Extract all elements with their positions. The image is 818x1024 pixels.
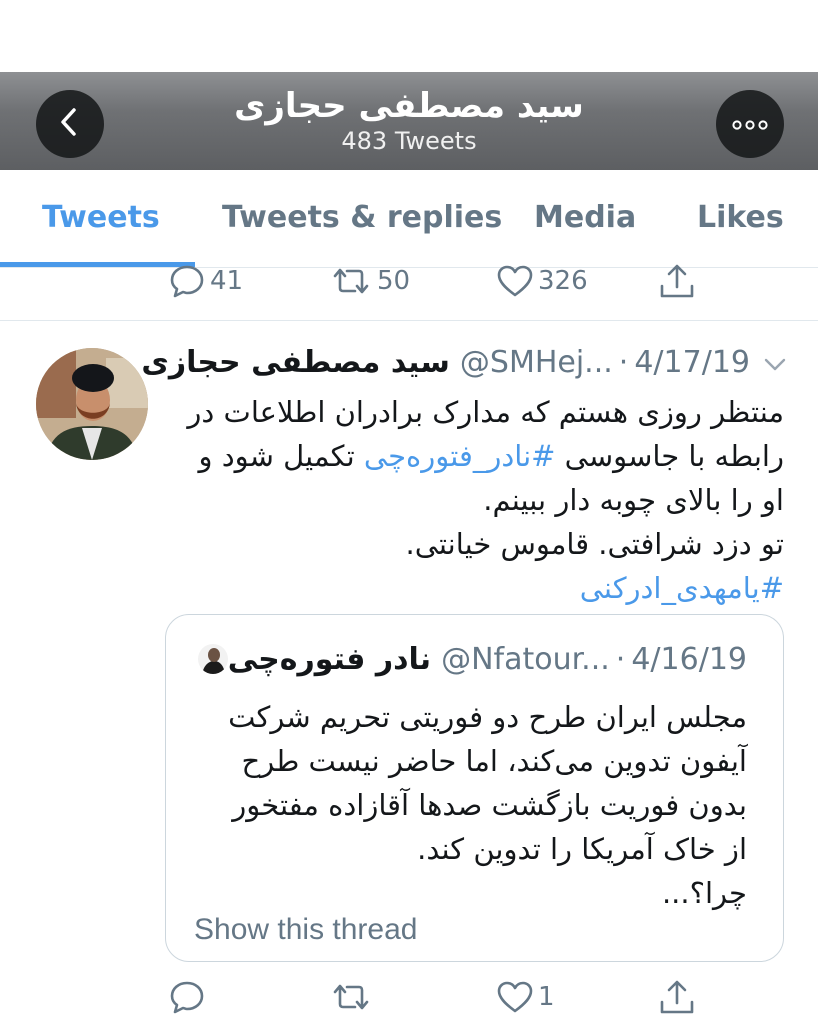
like-button[interactable]: 326	[492, 262, 588, 300]
tweet-author-handle[interactable]: @SMHej...	[460, 345, 613, 380]
share-icon	[658, 978, 696, 1016]
like-count: 1	[538, 982, 555, 1012]
reply-button[interactable]: 41	[164, 262, 243, 300]
quoted-author-handle: @Nfatour...	[441, 641, 610, 677]
quoted-author-name: نادر فتوره‌چی	[227, 641, 432, 677]
caret-down-icon[interactable]	[764, 345, 786, 380]
hashtag-link[interactable]: #یامهدی_ادرکنی	[580, 571, 784, 605]
header-profile-name: سید مصطفی حجازی	[234, 86, 584, 126]
retweet-button[interactable]	[325, 978, 377, 1016]
reply-button[interactable]	[164, 978, 210, 1016]
tab-tweets-and-replies[interactable]: Tweets & replies	[222, 200, 502, 235]
quoted-line: چرا؟...	[661, 876, 747, 910]
quoted-tweet-date: 4/16/19	[631, 641, 747, 677]
tweet-date[interactable]: 4/17/19	[634, 345, 750, 380]
quoted-line: بدون فوریت بازگشت صدها آقازاده مفتخور	[232, 788, 747, 822]
separator-dot: ·	[618, 344, 629, 380]
tab-likes[interactable]: Likes	[697, 200, 784, 235]
tweet-header: سید مصطفی حجازی @SMHej... · 4/17/19	[141, 340, 786, 384]
retweet-button[interactable]: 50	[325, 262, 410, 300]
more-dots-icon	[732, 115, 768, 134]
reply-icon	[168, 262, 206, 300]
reply-count: 41	[210, 266, 244, 296]
avatar[interactable]	[36, 348, 148, 460]
tweet-line: #یامهدی_ادرکنی	[159, 566, 784, 610]
quoted-tweet-text: مجلس ایران طرح دو فوریتی تحریم شرکت آیفو…	[187, 695, 747, 915]
previous-tweet-actions: 41 50 326	[0, 262, 818, 302]
quoted-line: از خاک آمریکا را تدوین کند.	[417, 832, 747, 866]
like-heart-icon	[496, 262, 534, 300]
tweet-divider	[0, 320, 818, 321]
profile-tabs: Tweets Tweets & replies Media Likes	[0, 170, 818, 268]
back-chevron-icon	[57, 107, 83, 141]
profile-header: سید مصطفی حجازی 483 Tweets	[0, 72, 818, 170]
tweet-author-name[interactable]: سید مصطفی حجازی	[141, 345, 450, 380]
reply-icon	[168, 978, 206, 1016]
retweet-icon	[329, 978, 373, 1016]
tweet-actions: 1	[0, 978, 818, 1018]
like-count: 326	[538, 266, 588, 296]
quoted-tweet-card[interactable]: نادر فتوره‌چی @Nfatour... · 4/16/19 مجلس…	[165, 614, 784, 962]
tweet-line: تو دزد شرافتی. قاموس خیانتی.	[405, 527, 784, 561]
quoted-tweet-header: نادر فتوره‌چی @Nfatour... · 4/16/19	[188, 639, 747, 679]
show-thread-link[interactable]: Show this thread	[194, 913, 417, 947]
like-button[interactable]: 1	[492, 978, 555, 1016]
like-heart-icon	[496, 978, 534, 1016]
tweet-text: منتظر روزی هستم که مدارک برادران اطلاعات…	[159, 390, 784, 610]
header-titles: سید مصطفی حجازی 483 Tweets	[234, 86, 584, 156]
tweet-line: او را بالای چوبه دار ببینم.	[483, 483, 784, 517]
hashtag-link[interactable]: #نادر_فتوره‌چی	[364, 439, 556, 473]
share-button[interactable]	[654, 262, 696, 300]
quoted-line: مجلس ایران طرح دو فوریتی تحریم شرکت	[228, 700, 747, 734]
retweet-count: 50	[377, 266, 411, 296]
back-button[interactable]	[36, 90, 104, 158]
share-icon	[658, 262, 696, 300]
retweet-icon	[329, 262, 373, 300]
header-tweet-count: 483 Tweets	[341, 127, 477, 155]
separator-dot: ·	[615, 641, 626, 677]
quoted-avatar	[197, 644, 228, 674]
tab-tweets[interactable]: Tweets	[42, 200, 160, 235]
tweet-line: منتظر روزی هستم که مدارک برادران اطلاعات…	[187, 395, 784, 429]
share-button[interactable]	[654, 978, 696, 1016]
quoted-line: آیفون تدوین می‌کند، اما حاضر نیست طرح	[241, 744, 747, 778]
tab-media[interactable]: Media	[534, 200, 636, 235]
more-options-button[interactable]	[716, 90, 784, 158]
tweet-line: رابطه با جاسوسی #نادر_فتوره‌چی تکمیل شود…	[198, 439, 785, 473]
